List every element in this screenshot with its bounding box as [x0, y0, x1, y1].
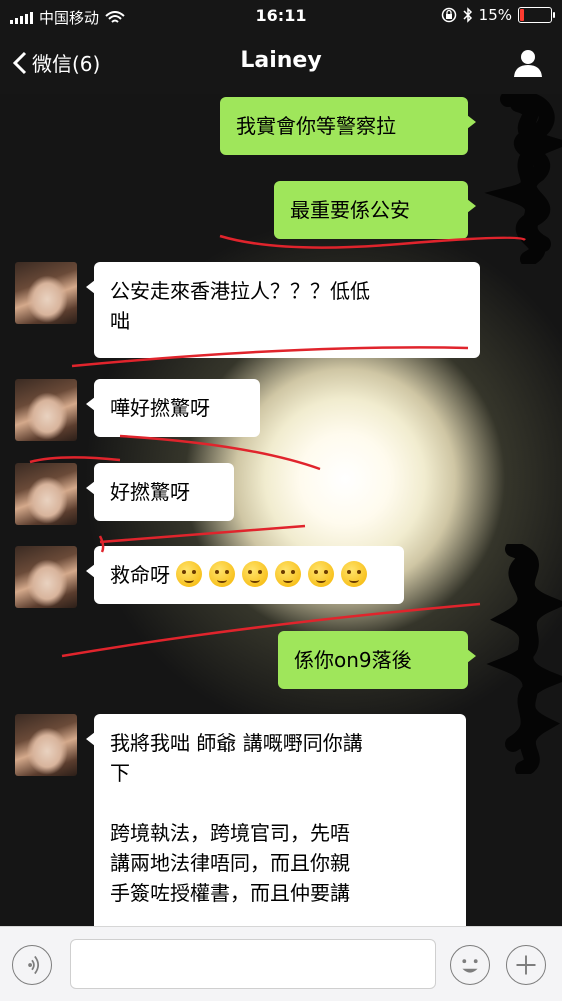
message-text: 最重要係公安 — [290, 198, 410, 222]
message-text: 我將我咄 師爺 講嘅嘢同你講 下 跨境執法，跨境官司，先唔 講兩地法律唔同，而且… — [110, 731, 363, 905]
chat-title: Lainey — [240, 48, 322, 73]
contact-avatar[interactable] — [15, 463, 77, 525]
message-bubble-received[interactable]: 我將我咄 師爺 講嘅嘢同你講 下 跨境執法，跨境官司，先唔 講兩地法律唔同，而且… — [86, 714, 466, 926]
thinking-face-emoji — [176, 561, 203, 587]
input-bar — [0, 926, 562, 1001]
bluetooth-icon — [463, 7, 472, 23]
message-bubble-sent[interactable]: 係你on9落後 — [278, 631, 476, 689]
message-bubble-received[interactable]: 公安走來香港拉人？？？低低 咄 — [86, 262, 480, 358]
message-bubble-sent[interactable]: 我實會你等警察拉 — [220, 97, 476, 155]
plus-icon[interactable] — [506, 945, 546, 985]
contact-avatar[interactable] — [15, 379, 77, 441]
thinking-face-emoji — [341, 561, 368, 587]
message-input[interactable] — [70, 939, 436, 989]
message-text: 好撚驚呀 — [110, 480, 190, 504]
censor-scribble — [486, 544, 562, 774]
contact-avatar[interactable] — [15, 714, 77, 776]
emoji-icon[interactable] — [450, 945, 490, 985]
thinking-face-emoji — [209, 561, 236, 587]
message-text: 係你on9落後 — [294, 648, 412, 672]
thinking-face-emoji — [275, 561, 302, 587]
contact-avatar[interactable] — [15, 262, 77, 324]
battery-icon — [518, 7, 555, 23]
thinking-face-emoji — [308, 561, 335, 587]
orientation-lock-icon — [441, 7, 456, 23]
message-bubble-received[interactable]: 好撚驚呀 — [86, 463, 234, 521]
censor-scribble — [484, 94, 562, 264]
message-text: 公安走來香港拉人？？？低低 咄 — [110, 279, 370, 333]
message-text: 我實會你等警察拉 — [236, 114, 396, 138]
status-bar: 中国移动 16:11 15% — [0, 0, 562, 32]
message-text: 嘩好撚驚呀 — [110, 396, 210, 420]
navigation-bar: 微信(6) Lainey — [0, 32, 562, 94]
profile-icon[interactable] — [512, 48, 544, 78]
message-text: 救命呀 — [110, 563, 170, 587]
message-bubble-received[interactable]: 救命呀 — [86, 546, 404, 604]
chat-area[interactable]: 我實會你等警察拉 最重要係公安 公安走來香港拉人？？？低低 咄 嘩好撚驚呀 好撚… — [0, 94, 562, 926]
thinking-face-emoji — [242, 561, 269, 587]
contact-avatar[interactable] — [15, 546, 77, 608]
battery-percent: 15% — [478, 6, 512, 24]
voice-icon[interactable] — [12, 945, 52, 985]
message-bubble-received[interactable]: 嘩好撚驚呀 — [86, 379, 260, 437]
status-right: 15% — [441, 6, 555, 24]
message-bubble-sent[interactable]: 最重要係公安 — [274, 181, 476, 239]
